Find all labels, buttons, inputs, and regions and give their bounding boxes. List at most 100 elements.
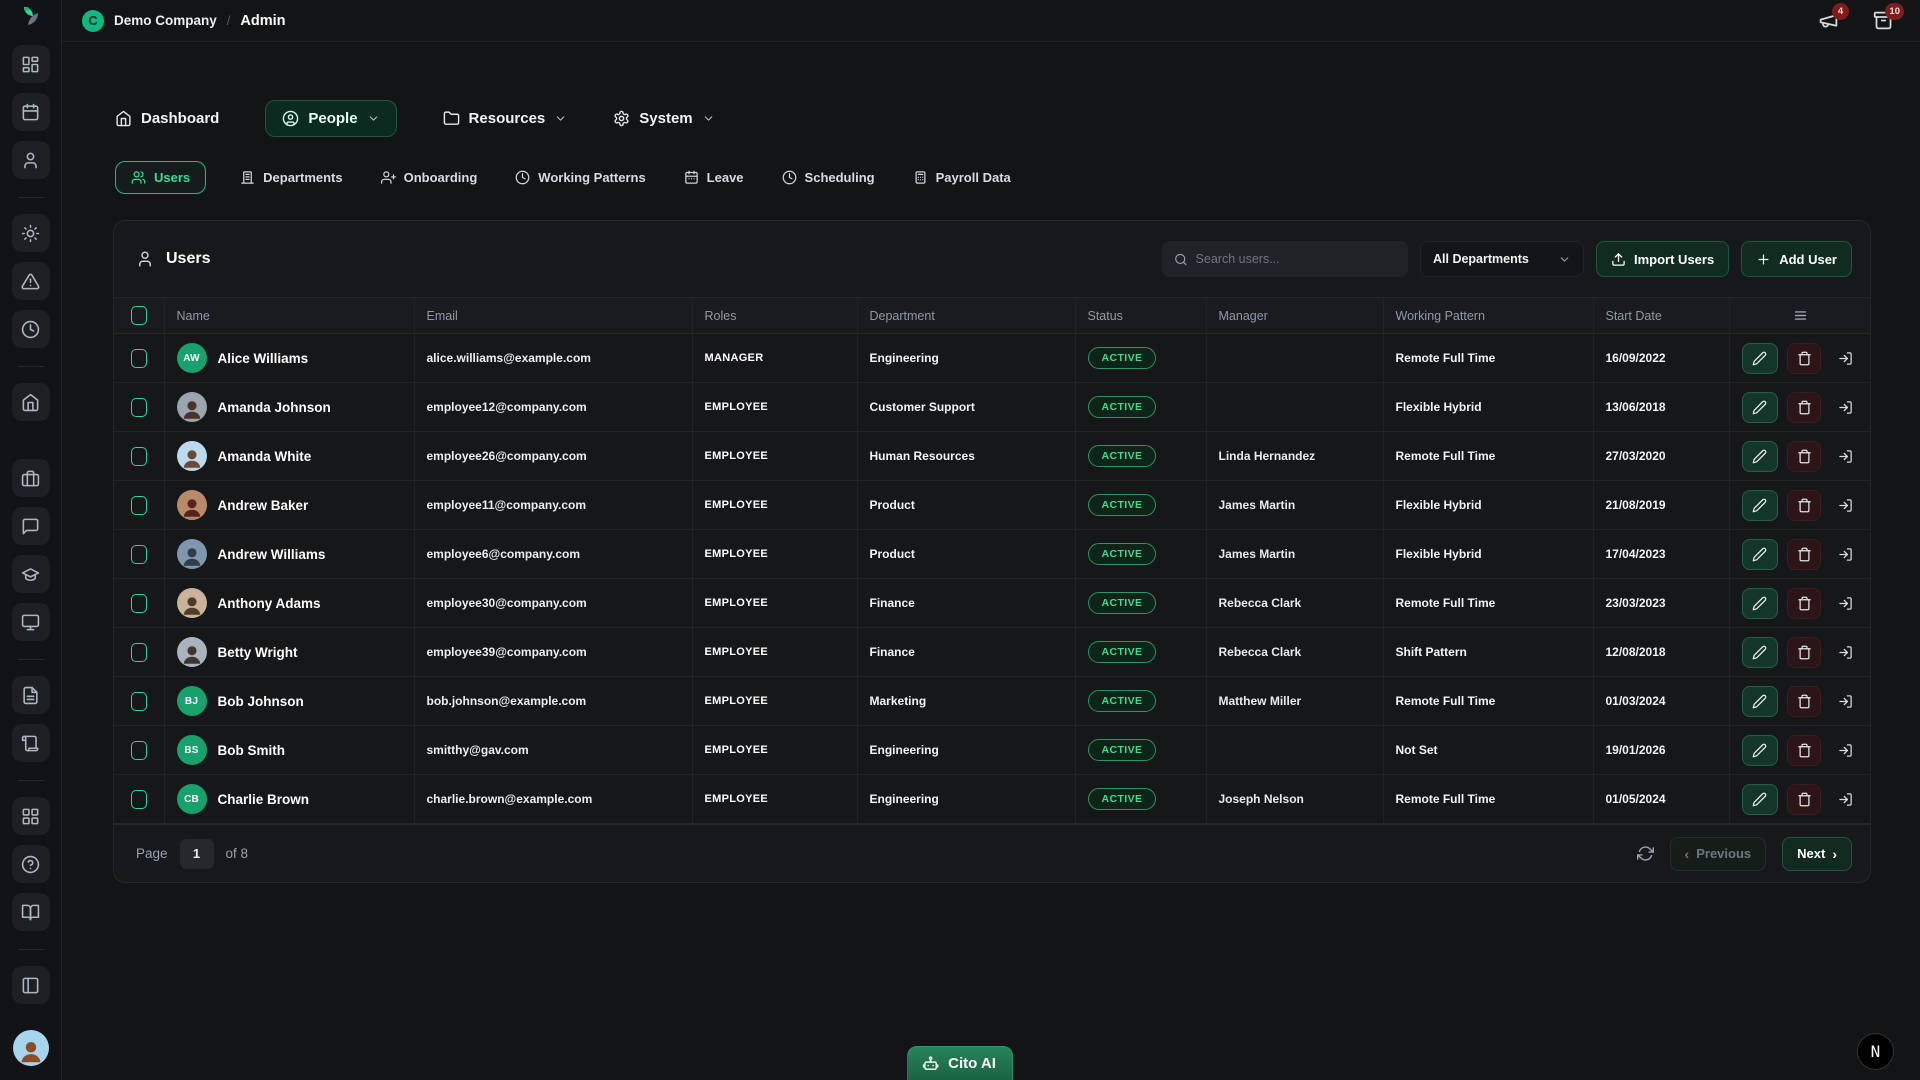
document-icon[interactable]: [12, 676, 50, 714]
tab-users[interactable]: Users: [115, 161, 206, 194]
delete-button[interactable]: [1787, 784, 1821, 815]
tab-payroll-data[interactable]: Payroll Data: [909, 162, 1015, 193]
login-as-button[interactable]: [1830, 735, 1860, 766]
help-icon[interactable]: [12, 845, 50, 883]
announcements-button[interactable]: 4: [1818, 10, 1839, 31]
breadcrumb-page-title: Admin: [240, 13, 285, 29]
refresh-button[interactable]: [1637, 845, 1654, 862]
nav-resources[interactable]: Resources: [443, 110, 568, 127]
login-as-button[interactable]: [1830, 392, 1860, 423]
calendar-icon: [684, 170, 699, 185]
next-page-button[interactable]: Next ›: [1782, 837, 1852, 871]
edit-button[interactable]: [1742, 735, 1779, 766]
alert-triangle-icon[interactable]: [12, 262, 50, 300]
add-user-button[interactable]: Add User: [1741, 241, 1852, 277]
monitor-icon[interactable]: [12, 603, 50, 641]
briefcase-icon[interactable]: [12, 459, 50, 497]
login-as-button[interactable]: [1830, 539, 1860, 570]
calendar-icon[interactable]: [12, 93, 50, 131]
table-row: Betty Wright employee39@company.com EMPL…: [114, 628, 1871, 677]
chat-icon[interactable]: [12, 507, 50, 545]
delete-button[interactable]: [1787, 735, 1821, 766]
department-filter[interactable]: All Departments: [1420, 241, 1584, 277]
delete-button[interactable]: [1787, 539, 1821, 570]
edit-button[interactable]: [1742, 392, 1779, 423]
book-icon[interactable]: [12, 893, 50, 931]
edit-button[interactable]: [1742, 637, 1779, 668]
archive-button[interactable]: 10: [1873, 10, 1894, 31]
tab-scheduling[interactable]: Scheduling: [778, 162, 879, 193]
edit-button[interactable]: [1742, 490, 1779, 521]
edit-button[interactable]: [1742, 686, 1779, 717]
delete-button[interactable]: [1787, 588, 1821, 619]
row-checkbox[interactable]: [131, 643, 147, 662]
login-as-button[interactable]: [1830, 588, 1860, 619]
edit-button[interactable]: [1742, 343, 1779, 374]
nav-people[interactable]: People: [265, 100, 396, 137]
tab-leave[interactable]: Leave: [680, 162, 748, 193]
pencil-icon: [1752, 743, 1767, 758]
delete-button[interactable]: [1787, 637, 1821, 668]
log-in-icon: [1838, 792, 1853, 807]
breadcrumb-separator: /: [227, 13, 231, 28]
tab-label: Onboarding: [404, 170, 478, 185]
panel-toggle-icon[interactable]: [12, 966, 50, 1004]
pencil-icon: [1752, 449, 1767, 464]
login-as-button[interactable]: [1830, 490, 1860, 521]
breadcrumb-company[interactable]: Demo Company: [114, 13, 217, 28]
log-in-icon: [1838, 400, 1853, 415]
previous-page-button[interactable]: ‹ Previous: [1670, 837, 1767, 871]
row-checkbox[interactable]: [131, 349, 147, 368]
tab-working-patterns[interactable]: Working Patterns: [511, 162, 649, 193]
app-logo[interactable]: [0, 0, 61, 31]
log-in-icon: [1838, 645, 1853, 660]
login-as-button[interactable]: [1830, 686, 1860, 717]
pencil-icon: [1752, 547, 1767, 562]
login-as-button[interactable]: [1830, 441, 1860, 472]
row-checkbox[interactable]: [131, 496, 147, 515]
dashboard-icon[interactable]: [12, 45, 50, 83]
row-checkbox[interactable]: [131, 692, 147, 711]
delete-button[interactable]: [1787, 343, 1821, 374]
delete-button[interactable]: [1787, 490, 1821, 521]
login-as-button[interactable]: [1830, 637, 1860, 668]
user-manager: James Martin: [1206, 530, 1383, 579]
cito-ai-button[interactable]: Cito AI: [907, 1046, 1013, 1080]
delete-button[interactable]: [1787, 392, 1821, 423]
delete-button[interactable]: [1787, 441, 1821, 472]
column-header-roles: Roles: [692, 298, 857, 334]
row-checkbox[interactable]: [131, 594, 147, 613]
sun-icon[interactable]: [12, 214, 50, 252]
nav-system[interactable]: System: [613, 110, 714, 127]
nav-dashboard[interactable]: Dashboard: [115, 110, 219, 127]
graduation-cap-icon[interactable]: [12, 555, 50, 593]
login-as-button[interactable]: [1830, 784, 1860, 815]
person-icon[interactable]: [12, 141, 50, 179]
clock-icon[interactable]: [12, 310, 50, 348]
row-checkbox[interactable]: [131, 545, 147, 564]
select-all-checkbox[interactable]: [131, 306, 147, 325]
edit-button[interactable]: [1742, 588, 1779, 619]
user-role: EMPLOYEE: [692, 481, 857, 530]
home-icon[interactable]: [12, 383, 50, 421]
user-avatar[interactable]: [13, 1030, 49, 1066]
tab-onboarding[interactable]: Onboarding: [377, 162, 482, 193]
columns-menu-icon[interactable]: [1792, 307, 1809, 324]
log-in-icon: [1838, 743, 1853, 758]
delete-button[interactable]: [1787, 686, 1821, 717]
scroll-icon[interactable]: [12, 724, 50, 762]
nextjs-dev-badge[interactable]: N: [1857, 1033, 1894, 1070]
import-users-button[interactable]: Import Users: [1596, 241, 1729, 277]
row-checkbox[interactable]: [131, 447, 147, 466]
row-checkbox[interactable]: [131, 398, 147, 417]
row-checkbox[interactable]: [131, 741, 147, 760]
row-checkbox[interactable]: [131, 790, 147, 809]
search-input[interactable]: [1196, 252, 1396, 266]
table-row: Amanda White employee26@company.com EMPL…: [114, 432, 1871, 481]
edit-button[interactable]: [1742, 441, 1779, 472]
tab-departments[interactable]: Departments: [236, 162, 346, 193]
edit-button[interactable]: [1742, 784, 1779, 815]
login-as-button[interactable]: [1830, 343, 1860, 374]
edit-button[interactable]: [1742, 539, 1779, 570]
grid-icon[interactable]: [12, 797, 50, 835]
